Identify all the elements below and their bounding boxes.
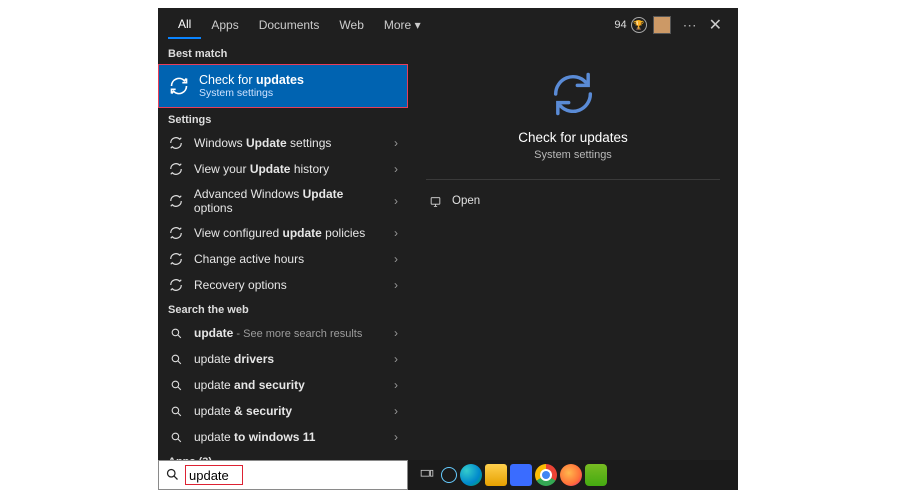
- settings-result[interactable]: View your Update history ›: [158, 156, 408, 182]
- search-icon: [168, 403, 184, 419]
- chevron-right-icon: ›: [394, 252, 398, 266]
- search-icon: [168, 377, 184, 393]
- chevron-right-icon: ›: [394, 430, 398, 444]
- chevron-down-icon: ▾: [415, 18, 421, 32]
- chrome-icon[interactable]: [535, 464, 557, 486]
- chevron-right-icon: ›: [394, 352, 398, 366]
- chevron-right-icon: ›: [394, 162, 398, 176]
- chevron-right-icon: ›: [394, 226, 398, 240]
- rewards-indicator[interactable]: 94 🏆: [614, 17, 646, 33]
- search-icon: [165, 467, 181, 483]
- sync-icon: [168, 161, 184, 177]
- tab-all[interactable]: All: [168, 11, 201, 39]
- edge-icon[interactable]: [460, 464, 482, 486]
- chevron-right-icon: ›: [394, 378, 398, 392]
- search-input[interactable]: [185, 465, 243, 485]
- trophy-icon: 🏆: [631, 17, 647, 33]
- open-label: Open: [452, 195, 480, 207]
- section-search-web: Search the web: [158, 298, 408, 320]
- chevron-right-icon: ›: [394, 404, 398, 418]
- settings-result[interactable]: Windows Update settings ›: [158, 130, 408, 156]
- more-options-button[interactable]: ⋯: [677, 17, 703, 34]
- sync-icon-large: [547, 68, 599, 120]
- best-match-subtitle: System settings: [199, 87, 304, 99]
- open-icon: [428, 194, 442, 208]
- settings-result[interactable]: Advanced Windows Update options ›: [158, 182, 408, 220]
- tab-more[interactable]: More ▾: [374, 12, 431, 38]
- chevron-right-icon: ›: [394, 278, 398, 292]
- settings-result[interactable]: View configured update policies ›: [158, 220, 408, 246]
- result-label: update and security: [194, 378, 305, 392]
- sync-icon: [168, 277, 184, 293]
- tab-web[interactable]: Web: [329, 12, 373, 38]
- web-result[interactable]: update & security ›: [158, 398, 408, 424]
- result-label: update - See more search results: [194, 326, 362, 340]
- app-icon[interactable]: [585, 464, 607, 486]
- result-label: View configured update policies: [194, 226, 365, 240]
- sync-icon: [168, 135, 184, 151]
- chevron-right-icon: ›: [394, 136, 398, 150]
- divider: [426, 179, 720, 180]
- settings-result[interactable]: Recovery options ›: [158, 272, 408, 298]
- app-icon[interactable]: [510, 464, 532, 486]
- result-label: update to windows 11: [194, 430, 315, 444]
- result-label: Advanced Windows Update options: [194, 187, 384, 215]
- tab-documents[interactable]: Documents: [249, 12, 330, 38]
- section-settings: Settings: [158, 108, 408, 130]
- result-label: View your Update history: [194, 162, 329, 176]
- firefox-icon[interactable]: [560, 464, 582, 486]
- open-action[interactable]: Open: [426, 190, 482, 212]
- settings-result[interactable]: Change active hours ›: [158, 246, 408, 272]
- tab-apps[interactable]: Apps: [201, 12, 248, 38]
- sync-icon: [169, 76, 189, 96]
- result-label: Recovery options: [194, 278, 287, 292]
- results-column: Best match Check for updates System sett…: [158, 42, 408, 460]
- chevron-right-icon: ›: [394, 194, 398, 208]
- search-bar[interactable]: [158, 460, 408, 490]
- web-result[interactable]: update drivers ›: [158, 346, 408, 372]
- search-icon: [168, 429, 184, 445]
- search-icon: [168, 325, 184, 341]
- cortana-icon[interactable]: [441, 467, 457, 483]
- preview-title: Check for updates: [518, 130, 628, 145]
- web-result[interactable]: update - See more search results ›: [158, 320, 408, 346]
- result-label: Change active hours: [194, 252, 304, 266]
- file-explorer-icon[interactable]: [485, 464, 507, 486]
- result-label: Windows Update settings: [194, 136, 331, 150]
- chevron-right-icon: ›: [394, 326, 398, 340]
- close-button[interactable]: ✕: [703, 15, 728, 35]
- rewards-count: 94: [614, 19, 626, 31]
- best-match-result[interactable]: Check for updates System settings: [158, 64, 408, 108]
- sync-icon: [168, 251, 184, 267]
- search-tabs: All Apps Documents Web More ▾ 94 🏆 ⋯ ✕: [158, 8, 738, 42]
- task-view-button[interactable]: [416, 464, 438, 486]
- section-best-match: Best match: [158, 42, 408, 64]
- taskbar: [408, 460, 738, 490]
- web-result[interactable]: update to windows 11 ›: [158, 424, 408, 450]
- section-apps: Apps (3): [158, 450, 408, 460]
- best-match-title: Check for updates: [199, 73, 304, 87]
- preview-subtitle: System settings: [534, 149, 612, 161]
- user-avatar[interactable]: [653, 16, 671, 34]
- web-result[interactable]: update and security ›: [158, 372, 408, 398]
- preview-pane: Check for updates System settings Open: [408, 42, 738, 460]
- search-icon: [168, 351, 184, 367]
- windows-search-panel: All Apps Documents Web More ▾ 94 🏆 ⋯ ✕ B…: [158, 8, 738, 460]
- result-label: update & security: [194, 404, 292, 418]
- sync-icon: [168, 225, 184, 241]
- sync-icon: [168, 193, 184, 209]
- result-label: update drivers: [194, 352, 274, 366]
